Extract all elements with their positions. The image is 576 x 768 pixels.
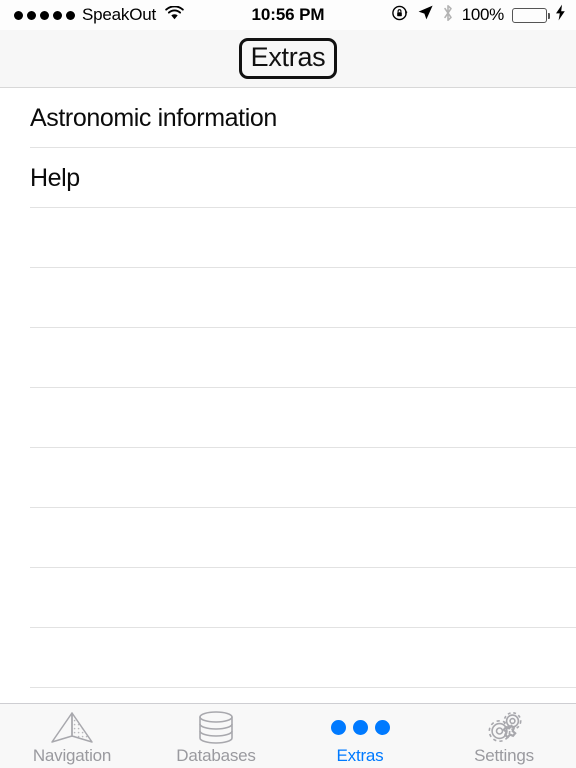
location-arrow-icon xyxy=(417,4,434,26)
list-item-label: Astronomic information xyxy=(30,103,277,132)
page-title-focus-ring: Extras xyxy=(238,38,338,79)
list-item-empty xyxy=(0,208,576,268)
status-bar-right: 100% xyxy=(391,4,566,27)
list-item-empty xyxy=(0,508,576,568)
list-item[interactable]: Astronomic information xyxy=(0,88,576,148)
page-title: Extras xyxy=(250,42,326,73)
tab-settings[interactable]: Settings xyxy=(432,704,576,768)
bluetooth-icon xyxy=(442,4,454,27)
tab-navigation[interactable]: Navigation xyxy=(0,704,144,768)
tab-label: Settings xyxy=(474,745,534,765)
lightning-bolt-icon xyxy=(555,4,566,26)
tab-label: Navigation xyxy=(32,745,112,765)
gears-icon xyxy=(481,711,527,744)
tab-label: Extras xyxy=(336,745,384,765)
table-view[interactable]: Astronomic information Help xyxy=(0,88,576,703)
wifi-icon xyxy=(165,5,184,25)
tab-extras[interactable]: Extras xyxy=(288,704,432,768)
three-dots-icon xyxy=(330,712,390,744)
database-cylinder-icon xyxy=(195,710,237,744)
app-screen: SpeakOut 10:56 PM 100% Extras Astronomic… xyxy=(0,0,576,768)
list-item-empty xyxy=(0,628,576,688)
list-item-empty xyxy=(0,448,576,508)
status-bar: SpeakOut 10:56 PM 100% xyxy=(0,0,576,30)
list-item-empty xyxy=(0,388,576,448)
carrier-label: SpeakOut xyxy=(82,5,157,24)
tab-databases[interactable]: Databases xyxy=(144,704,288,768)
list-item-empty xyxy=(0,568,576,628)
navigation-arrow-icon xyxy=(49,711,95,744)
list-item[interactable]: Help xyxy=(0,148,576,208)
status-bar-left: SpeakOut xyxy=(14,5,184,25)
navigation-bar: Extras xyxy=(0,30,576,88)
battery-icon xyxy=(512,7,550,23)
list-item-label: Help xyxy=(30,163,80,192)
cellular-signal-icon xyxy=(14,10,75,20)
list-item-empty xyxy=(0,328,576,388)
list-item-empty xyxy=(0,268,576,328)
battery-percent-label: 100% xyxy=(461,5,505,24)
tab-bar: Navigation Databases Extras Settings xyxy=(0,703,576,768)
rotation-lock-icon xyxy=(391,4,409,27)
tab-label: Databases xyxy=(176,745,256,765)
